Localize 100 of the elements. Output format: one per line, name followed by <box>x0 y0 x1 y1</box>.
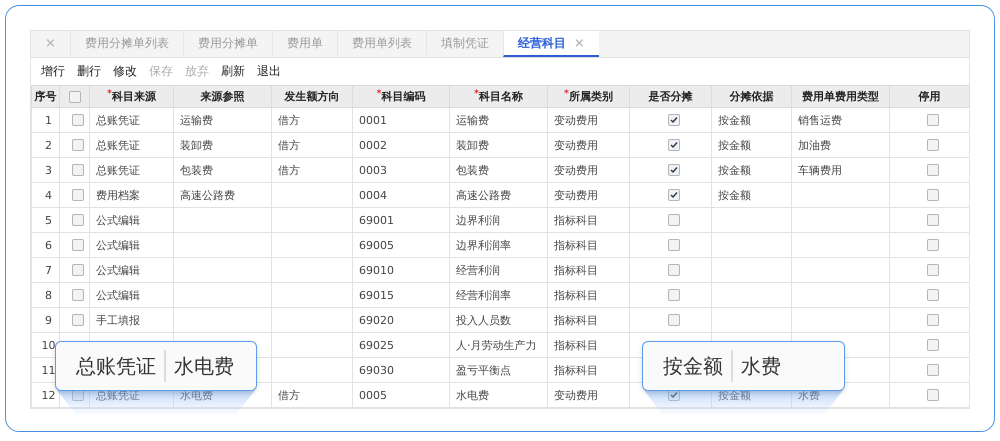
source-cell: 费用档案 <box>96 188 140 202</box>
toolbar-button[interactable]: 刷新 <box>221 63 245 80</box>
source-cell: 手工填报 <box>96 314 140 326</box>
checkbox[interactable] <box>926 339 938 352</box>
tab[interactable]: × <box>31 31 70 57</box>
checkbox[interactable] <box>926 189 938 202</box>
code-cell: 69020 <box>359 314 394 326</box>
source-cell: 总账凭证 <box>96 114 140 126</box>
checkbox[interactable] <box>68 90 80 103</box>
row-number: 3 <box>45 164 52 176</box>
row-number: 4 <box>45 188 52 202</box>
row-number: 12 <box>42 388 56 402</box>
category-cell: 指标科目 <box>554 364 598 376</box>
checkbox[interactable] <box>668 114 680 126</box>
checkbox[interactable] <box>926 164 938 176</box>
checkbox[interactable] <box>926 239 938 252</box>
basis-cell: 按金额 <box>718 188 751 202</box>
expense-type-cell: 销售运费 <box>798 114 842 126</box>
checkbox[interactable] <box>926 214 938 226</box>
code-cell: 69030 <box>359 364 394 376</box>
column-header: 来源参照 <box>174 86 272 108</box>
checkbox[interactable] <box>72 139 84 152</box>
name-cell: 装卸费 <box>456 138 489 152</box>
tab[interactable]: 费用分摊单列表 <box>70 31 183 57</box>
category-cell: 指标科目 <box>554 338 598 352</box>
column-header: *科目名称 <box>450 86 548 108</box>
row-number: 2 <box>45 138 52 152</box>
toolbar-button[interactable]: 退出 <box>257 63 281 80</box>
checkbox[interactable] <box>72 264 84 276</box>
tab[interactable]: 经营科目 × <box>502 31 599 57</box>
toolbar-button[interactable]: 删行 <box>77 63 101 80</box>
toolbar-button[interactable]: 增行 <box>41 63 65 80</box>
tab[interactable]: 费用单列表 <box>336 31 426 57</box>
source-cell: 总账凭证 <box>96 388 140 402</box>
tab-label: 费用单列表 <box>352 34 412 52</box>
category-cell: 指标科目 <box>554 264 598 276</box>
basis-cell: 按金额 <box>718 164 751 176</box>
checkbox[interactable] <box>668 139 680 152</box>
category-cell: 变动费用 <box>554 114 598 126</box>
callout-text: 总账凭证 <box>75 352 157 380</box>
checkbox[interactable] <box>668 239 680 252</box>
source-cell: 公式编辑 <box>96 214 140 226</box>
category-cell: 变动费用 <box>554 188 598 202</box>
tab-label: 费用单 <box>286 34 323 52</box>
checkbox[interactable] <box>668 314 680 326</box>
basis-cell: 按金额 <box>718 138 751 152</box>
row-number: 1 <box>45 114 52 126</box>
close-icon[interactable]: × <box>574 36 585 50</box>
name-cell: 投入人员数 <box>456 314 511 326</box>
tab[interactable]: 费用分摊单 <box>182 31 272 57</box>
column-header: 费用单费用类型 <box>792 86 890 108</box>
row-number: 9 <box>45 314 52 326</box>
direction-cell: 借方 <box>278 388 300 402</box>
expense-type-cell: 加油费 <box>798 138 831 152</box>
name-cell: 经营利润率 <box>456 288 511 302</box>
category-cell: 变动费用 <box>554 388 598 402</box>
name-cell: 边界利润率 <box>456 238 511 252</box>
checkbox[interactable] <box>668 164 680 176</box>
direction-cell: 借方 <box>278 164 300 176</box>
name-cell: 水电费 <box>456 388 489 402</box>
reference-cell: 高速公路费 <box>180 188 235 202</box>
toolbar-button[interactable]: 修改 <box>113 63 137 80</box>
code-cell: 69025 <box>359 338 394 352</box>
checkbox[interactable] <box>668 214 680 226</box>
direction-cell: 借方 <box>278 114 300 126</box>
checkbox[interactable] <box>668 189 680 202</box>
checkbox[interactable] <box>72 239 84 252</box>
checkbox[interactable] <box>926 389 938 402</box>
basis-cell: 按金额 <box>718 114 751 126</box>
name-cell: 经营利润 <box>456 264 500 276</box>
expense-type-cell: 水费 <box>798 388 820 402</box>
reference-cell: 水电费 <box>180 388 213 402</box>
name-cell: 高速公路费 <box>456 188 511 202</box>
checkbox[interactable] <box>72 164 84 176</box>
category-cell: 变动费用 <box>554 138 598 152</box>
checkbox[interactable] <box>926 314 938 326</box>
tab-label: 费用分摊单 <box>198 34 258 52</box>
checkbox[interactable] <box>668 289 680 302</box>
category-cell: 指标科目 <box>554 238 598 252</box>
code-cell: 69010 <box>359 264 394 276</box>
checkbox[interactable] <box>72 214 84 226</box>
checkbox[interactable] <box>72 314 84 326</box>
tab[interactable]: 费用单 <box>272 31 337 57</box>
checkbox[interactable] <box>926 289 938 302</box>
checkbox[interactable] <box>668 264 680 276</box>
row-number: 11 <box>42 364 56 376</box>
code-cell: 0005 <box>359 388 387 402</box>
checkbox[interactable] <box>926 264 938 276</box>
checkbox[interactable] <box>926 114 938 126</box>
column-header: 序号 <box>32 86 60 108</box>
close-icon[interactable]: × <box>45 36 56 50</box>
callout-text: 按金额 <box>662 352 724 380</box>
checkbox[interactable] <box>926 139 938 152</box>
row-number: 5 <box>45 214 52 226</box>
checkbox[interactable] <box>72 189 84 202</box>
code-cell: 69001 <box>359 214 394 226</box>
checkbox[interactable] <box>926 364 938 376</box>
reference-cell: 运输费 <box>180 114 213 126</box>
checkbox[interactable] <box>72 114 84 126</box>
checkbox[interactable] <box>72 289 84 302</box>
